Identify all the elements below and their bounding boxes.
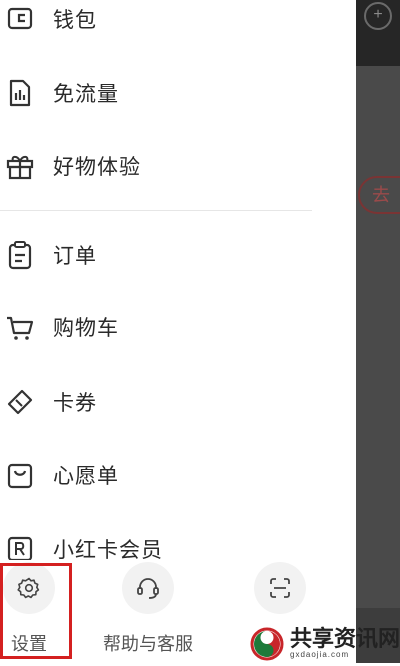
scan-icon xyxy=(270,578,290,598)
menu-item-label: 卡券 xyxy=(53,392,97,415)
scan-icon-circle xyxy=(254,562,306,614)
menu-item-label: 购物车 xyxy=(53,317,119,340)
help-service-button[interactable]: 帮助与客服 xyxy=(103,562,193,656)
coupon-tag-icon xyxy=(5,387,35,417)
menu-item-cart[interactable]: 购物车 xyxy=(0,302,320,352)
go-button[interactable]: 去 xyxy=(358,176,400,214)
menu-item-wallet[interactable]: 钱包 xyxy=(0,0,320,44)
gift-icon xyxy=(5,151,35,181)
menu-item-label: 免流量 xyxy=(53,83,119,106)
menu-item-free-data[interactable]: 免流量 xyxy=(0,68,320,118)
menu-item-coupons[interactable]: 卡券 xyxy=(0,377,320,427)
watermark-text: 共享资讯网 xyxy=(290,626,400,652)
help-service-label: 帮助与客服 xyxy=(103,634,193,654)
data-chart-icon xyxy=(5,78,35,108)
wallet-icon xyxy=(5,4,35,34)
headset-icon xyxy=(137,578,159,599)
side-drawer: 钱包 免流量 好物体验 订单 购物车 卡券 心愿单 小红卡会员 设置 帮助与客服 xyxy=(0,0,356,663)
settings-highlight-box xyxy=(0,563,72,659)
watermark-logo-icon xyxy=(250,627,284,661)
add-button[interactable]: + xyxy=(364,2,392,30)
order-clipboard-icon xyxy=(5,240,35,270)
wishlist-bag-icon xyxy=(5,460,35,490)
help-icon-circle xyxy=(122,562,174,614)
menu-item-good-experience[interactable]: 好物体验 xyxy=(0,141,320,191)
watermark-domain: gxdaojia.com xyxy=(290,650,350,659)
menu-divider xyxy=(0,210,312,211)
background-page-overlay[interactable]: + 去 xyxy=(356,0,400,663)
menu-item-wishlist[interactable]: 心愿单 xyxy=(0,450,320,500)
menu-item-label: 心愿单 xyxy=(53,465,119,488)
background-topbar: + xyxy=(356,0,400,66)
scan-button[interactable] xyxy=(254,562,306,614)
cart-icon xyxy=(5,312,35,342)
menu-item-label: 好物体验 xyxy=(53,156,141,179)
menu-item-label: 钱包 xyxy=(53,9,97,32)
watermark: 共享资讯网 gxdaojia.com xyxy=(250,624,400,663)
menu-item-orders[interactable]: 订单 xyxy=(0,230,320,280)
menu-item-label: 订单 xyxy=(53,245,97,268)
